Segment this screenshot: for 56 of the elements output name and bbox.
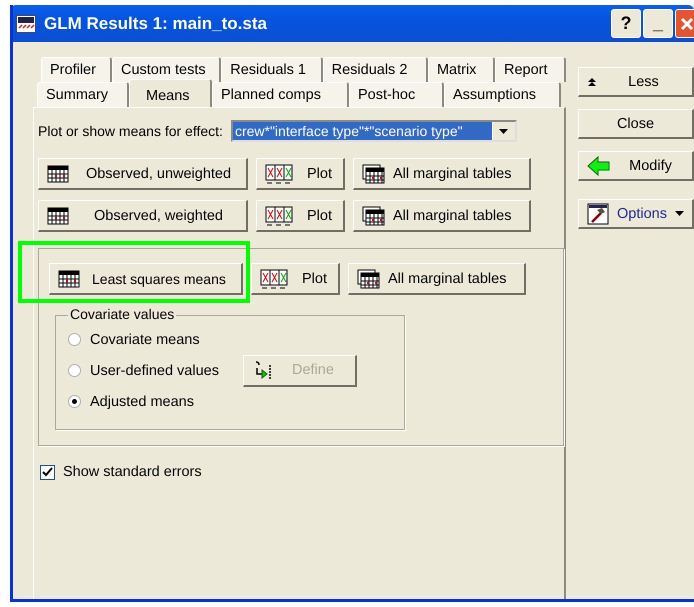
radio-button[interactable] [68, 364, 81, 377]
hammer-icon [587, 202, 609, 224]
options-button[interactable]: Options [578, 199, 694, 229]
tab[interactable]: Profiler [41, 57, 112, 82]
plot-icon [260, 268, 288, 288]
stacked-tables-icon [357, 268, 380, 288]
tab[interactable]: Assumptions [444, 82, 561, 107]
radio-button[interactable] [68, 395, 81, 408]
plot-button[interactable]: Plot [256, 200, 345, 232]
table-icon [58, 268, 80, 288]
help-button[interactable]: ? [611, 9, 641, 38]
dropdown-caret-icon [499, 128, 508, 134]
tab[interactable]: Planned comps [212, 82, 349, 107]
tab[interactable]: Means [129, 79, 212, 107]
modify-button[interactable]: Modify [578, 151, 694, 181]
tab[interactable]: Matrix [428, 57, 495, 82]
double-up-arrow-icon [587, 76, 597, 86]
minimize-button[interactable]: _ [643, 9, 673, 38]
table-icon [47, 164, 69, 184]
plot-button[interactable]: Plot [251, 263, 340, 295]
plot-icon [265, 164, 293, 184]
tab[interactable]: Summary [37, 82, 129, 107]
effect-dropdown[interactable]: crew*"interface type"*"scenario type" [230, 120, 517, 142]
group-title: Covariate values [68, 306, 176, 322]
less-button[interactable]: Less [578, 67, 694, 97]
effect-label: Plot or show means for effect: [38, 123, 223, 139]
checkbox-label: Show standard errors [63, 464, 202, 480]
plot-icon [265, 206, 293, 226]
marginal-tables-button[interactable]: All marginal tables [348, 263, 526, 295]
left-arrow-icon [587, 156, 611, 176]
checkbox[interactable] [40, 464, 55, 480]
radio-button[interactable] [68, 333, 81, 346]
tab[interactable]: Residuals 1 [221, 57, 323, 82]
stacked-tables-icon [362, 164, 385, 184]
tab[interactable]: Custom tests [112, 57, 222, 82]
app-icon [16, 14, 36, 32]
plot-button[interactable]: Plot [256, 158, 345, 190]
stacked-tables-icon [362, 206, 385, 226]
close-window-button[interactable] [675, 9, 694, 38]
table-icon [47, 206, 69, 226]
tab[interactable]: Residuals 2 [322, 57, 428, 82]
radio-label: Adjusted means [90, 394, 194, 410]
tab[interactable]: Post-hoc [349, 82, 444, 107]
dropdown-caret-icon [675, 211, 684, 216]
check-icon [42, 466, 53, 478]
marginal-tables-button[interactable]: All marginal tables [353, 158, 531, 190]
table-button[interactable]: Observed, weighted [38, 200, 248, 232]
table-button[interactable]: Least squares means [49, 263, 243, 295]
radio-label: User-defined values [90, 362, 219, 378]
table-button[interactable]: Observed, unweighted [38, 158, 248, 190]
radio-label: Covariate means [90, 332, 200, 348]
close-icon [680, 16, 694, 30]
close-button[interactable]: Close [578, 109, 694, 139]
tab[interactable]: Report [495, 57, 566, 82]
marginal-tables-button[interactable]: All marginal tables [353, 200, 531, 232]
window-title: GLM Results 1: main_to.sta [44, 14, 268, 34]
